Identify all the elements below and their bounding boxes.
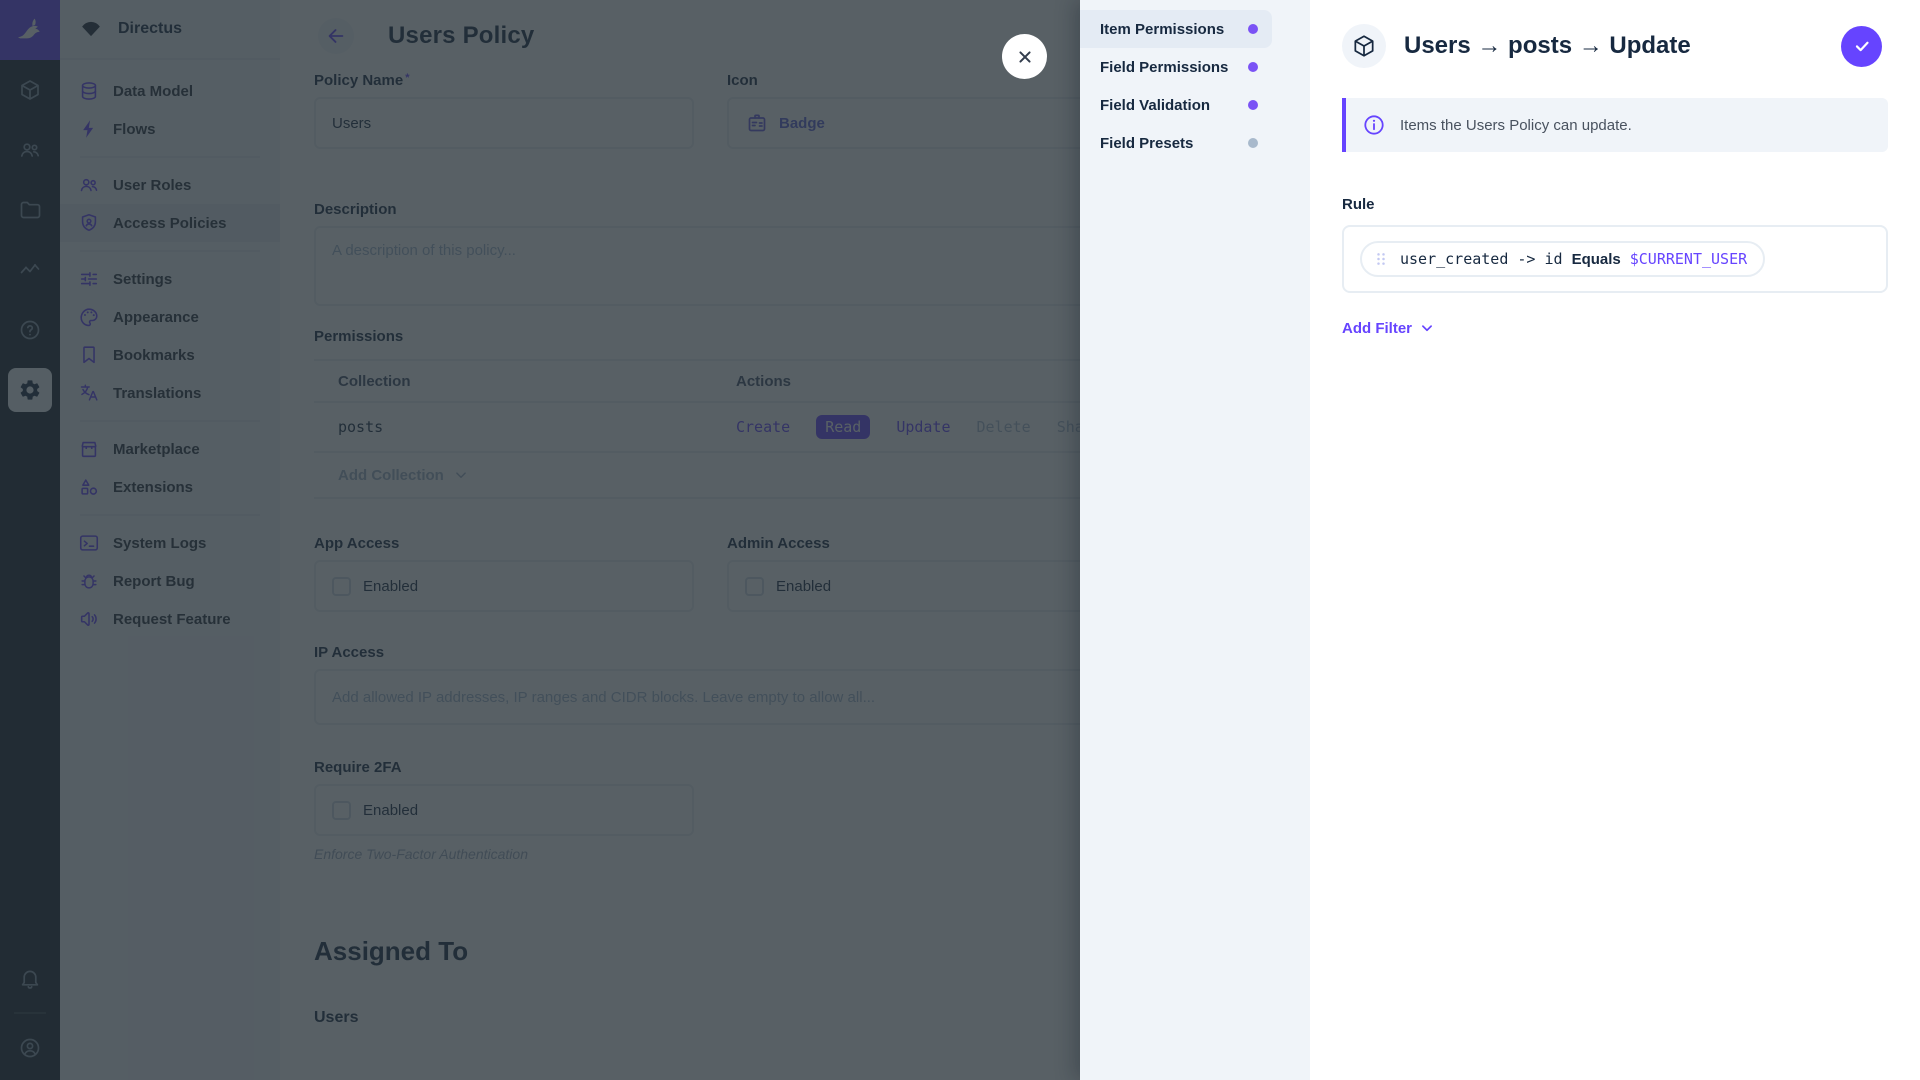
- drawer-header: Users → posts → Update: [1342, 24, 1888, 68]
- tab-label: Field Validation: [1100, 97, 1210, 114]
- tab-label: Field Permissions: [1100, 59, 1228, 76]
- drag-handle-icon[interactable]: [1371, 249, 1391, 269]
- drawer-tab-list: Item Permissions Field Permissions Field…: [1080, 0, 1310, 1080]
- add-filter-button[interactable]: Add Filter: [1342, 319, 1436, 337]
- drawer-title: Users → posts → Update: [1404, 32, 1691, 60]
- cube-icon: [1342, 24, 1386, 68]
- permissions-drawer: Item Permissions Field Permissions Field…: [1080, 0, 1920, 1080]
- info-icon: [1362, 113, 1386, 137]
- drawer-main: Users → posts → Update Items the Users P…: [1310, 0, 1920, 1080]
- status-dot-gray: [1248, 138, 1258, 148]
- save-button[interactable]: [1841, 26, 1882, 67]
- rule-box: user_created -> id Equals $CURRENT_USER: [1342, 225, 1888, 293]
- info-notice: Items the Users Policy can update.: [1342, 98, 1888, 152]
- tab-item-permissions[interactable]: Item Permissions: [1080, 10, 1272, 48]
- rule-label: Rule: [1342, 196, 1888, 213]
- tab-field-permissions[interactable]: Field Permissions: [1080, 48, 1272, 86]
- status-dot-purple: [1248, 100, 1258, 110]
- filter-value[interactable]: $CURRENT_USER: [1630, 250, 1747, 268]
- drawer-close-button[interactable]: [1002, 34, 1047, 79]
- tab-label: Field Presets: [1100, 135, 1193, 152]
- tab-label: Item Permissions: [1100, 21, 1224, 38]
- chevron-down-icon: [1418, 319, 1436, 337]
- tab-field-validation[interactable]: Field Validation: [1080, 86, 1272, 124]
- filter-pill[interactable]: user_created -> id Equals $CURRENT_USER: [1360, 241, 1765, 277]
- filter-operator[interactable]: Equals: [1572, 251, 1621, 268]
- close-icon: [1014, 46, 1036, 68]
- status-dot-purple: [1248, 24, 1258, 34]
- filter-field-path[interactable]: user_created -> id: [1400, 250, 1563, 268]
- check-icon: [1851, 35, 1873, 57]
- tab-field-presets[interactable]: Field Presets: [1080, 124, 1272, 162]
- notice-text: Items the Users Policy can update.: [1400, 117, 1632, 134]
- status-dot-purple: [1248, 62, 1258, 72]
